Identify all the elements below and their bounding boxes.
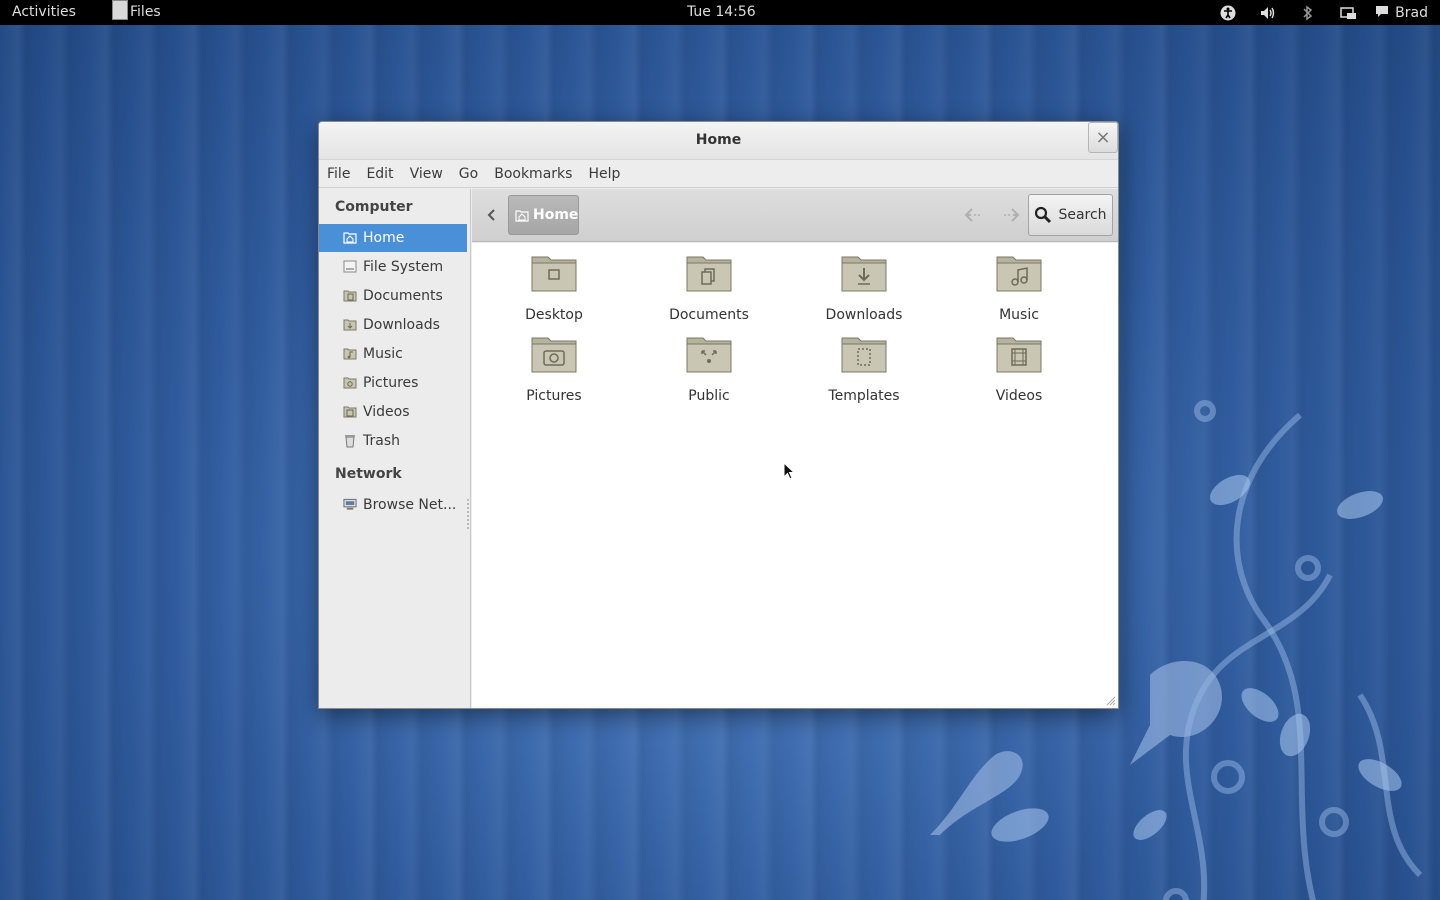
public-folder-icon bbox=[686, 337, 732, 373]
videos-folder-icon bbox=[996, 337, 1042, 373]
folder-pictures[interactable]: Pictures bbox=[479, 334, 629, 412]
search-icon bbox=[1034, 206, 1052, 224]
sidebar-item-home[interactable]: Home bbox=[319, 224, 467, 252]
sidebar-item-label: Pictures bbox=[363, 375, 419, 391]
file-label: Documents bbox=[669, 307, 749, 323]
network-icon bbox=[343, 498, 357, 512]
user-menu[interactable]: Brad bbox=[1375, 4, 1428, 22]
sidebar-item-videos[interactable]: Videos bbox=[319, 398, 467, 426]
close-button[interactable]: × bbox=[1088, 122, 1118, 153]
files-window: Home × File Edit View Go Bookmarks Help … bbox=[318, 121, 1119, 709]
sidebar-item-label: Home bbox=[363, 230, 405, 246]
file-label: Videos bbox=[995, 388, 1043, 404]
places-sidebar: Computer Home File System Documents Down… bbox=[319, 189, 471, 708]
file-label: Public bbox=[688, 388, 730, 404]
menubar: File Edit View Go Bookmarks Help bbox=[319, 160, 1118, 188]
sidebar-item-label: Trash bbox=[363, 433, 400, 449]
user-name: Brad bbox=[1395, 4, 1428, 21]
menu-bookmarks[interactable]: Bookmarks bbox=[494, 166, 572, 182]
system-tray: Brad bbox=[1197, 0, 1440, 25]
sidebar-heading-computer: Computer bbox=[335, 199, 413, 215]
sidebar-heading-network: Network bbox=[335, 466, 402, 482]
templates-folder-icon bbox=[841, 337, 887, 373]
menu-go[interactable]: Go bbox=[459, 166, 478, 182]
trash-icon bbox=[343, 434, 357, 448]
home-folder-icon bbox=[515, 209, 529, 222]
file-label: Templates bbox=[828, 388, 900, 404]
videos-folder-icon bbox=[343, 405, 357, 419]
top-panel: Activities Files Tue 14:56 Brad bbox=[0, 0, 1440, 25]
sidebar-item-pictures[interactable]: Pictures bbox=[319, 369, 467, 397]
sidebar-item-file-system[interactable]: File System bbox=[319, 253, 467, 281]
downloads-folder-icon bbox=[841, 256, 887, 292]
sidebar-item-browse-network[interactable]: Browse Net... bbox=[319, 491, 467, 519]
pane-resize-handle[interactable] bbox=[467, 499, 470, 529]
folder-templates[interactable]: Templates bbox=[789, 334, 939, 412]
menu-help[interactable]: Help bbox=[588, 166, 620, 182]
breadcrumb-home[interactable]: Home bbox=[508, 195, 579, 235]
pictures-folder-icon bbox=[531, 337, 577, 373]
sidebar-item-label: Downloads bbox=[363, 317, 440, 333]
window-title: Home bbox=[695, 132, 742, 148]
sidebar-item-downloads[interactable]: Downloads bbox=[319, 311, 467, 339]
desktop-folder-icon bbox=[531, 256, 577, 292]
music-folder-icon bbox=[343, 347, 357, 361]
sidebar-item-music[interactable]: Music bbox=[319, 340, 467, 368]
menu-edit[interactable]: Edit bbox=[366, 166, 393, 182]
folder-desktop[interactable]: Desktop bbox=[479, 253, 629, 331]
clock[interactable]: Tue 14:56 bbox=[687, 4, 756, 20]
bluetooth-icon[interactable] bbox=[1299, 4, 1317, 22]
folder-videos[interactable]: Videos bbox=[944, 334, 1094, 412]
app-menu-label: Files bbox=[130, 4, 161, 20]
file-label: Downloads bbox=[825, 307, 903, 323]
file-label: Music bbox=[999, 307, 1039, 323]
music-folder-icon bbox=[996, 256, 1042, 292]
home-folder-icon bbox=[343, 231, 357, 245]
location-toolbar: Home Search bbox=[472, 189, 1118, 242]
folder-music[interactable]: Music bbox=[944, 253, 1094, 331]
folder-documents[interactable]: Documents bbox=[634, 253, 784, 331]
sidebar-item-documents[interactable]: Documents bbox=[319, 282, 467, 310]
downloads-folder-icon bbox=[343, 318, 357, 332]
sidebar-item-label: Browse Net... bbox=[363, 497, 457, 513]
drive-icon bbox=[343, 260, 357, 274]
back-arrow-icon[interactable] bbox=[962, 204, 986, 226]
activities-button[interactable]: Activities bbox=[12, 4, 76, 20]
mouse-pointer-icon bbox=[783, 462, 796, 480]
forward-arrow-icon[interactable] bbox=[998, 204, 1022, 226]
volume-icon[interactable] bbox=[1259, 4, 1277, 22]
sidebar-item-label: Documents bbox=[363, 288, 443, 304]
sidebar-item-trash[interactable]: Trash bbox=[319, 427, 467, 455]
file-label: Pictures bbox=[526, 388, 582, 404]
sidebar-item-label: File System bbox=[363, 259, 444, 275]
file-label: Desktop bbox=[525, 307, 583, 323]
sidebar-item-label: Music bbox=[363, 346, 403, 362]
folder-downloads[interactable]: Downloads bbox=[789, 253, 939, 331]
app-menu-button[interactable]: Files bbox=[112, 0, 161, 20]
menu-view[interactable]: View bbox=[410, 166, 443, 182]
chat-icon bbox=[1375, 4, 1389, 22]
accessibility-icon[interactable] bbox=[1219, 4, 1237, 22]
folder-public[interactable]: Public bbox=[634, 334, 784, 412]
breadcrumb-label: Home bbox=[533, 207, 579, 223]
search-label: Search bbox=[1058, 207, 1107, 223]
sidebar-item-label: Videos bbox=[363, 404, 410, 420]
window-titlebar[interactable]: Home × bbox=[319, 122, 1118, 160]
documents-folder-icon bbox=[686, 256, 732, 292]
search-button[interactable]: Search bbox=[1028, 194, 1113, 236]
pictures-folder-icon bbox=[343, 376, 357, 390]
menu-file[interactable]: File bbox=[327, 166, 350, 182]
documents-folder-icon bbox=[343, 289, 357, 303]
path-back-chevron-icon[interactable] bbox=[482, 205, 502, 225]
display-icon[interactable] bbox=[1339, 4, 1357, 22]
resize-grip-icon[interactable] bbox=[1106, 696, 1116, 706]
files-app-icon bbox=[112, 0, 128, 20]
